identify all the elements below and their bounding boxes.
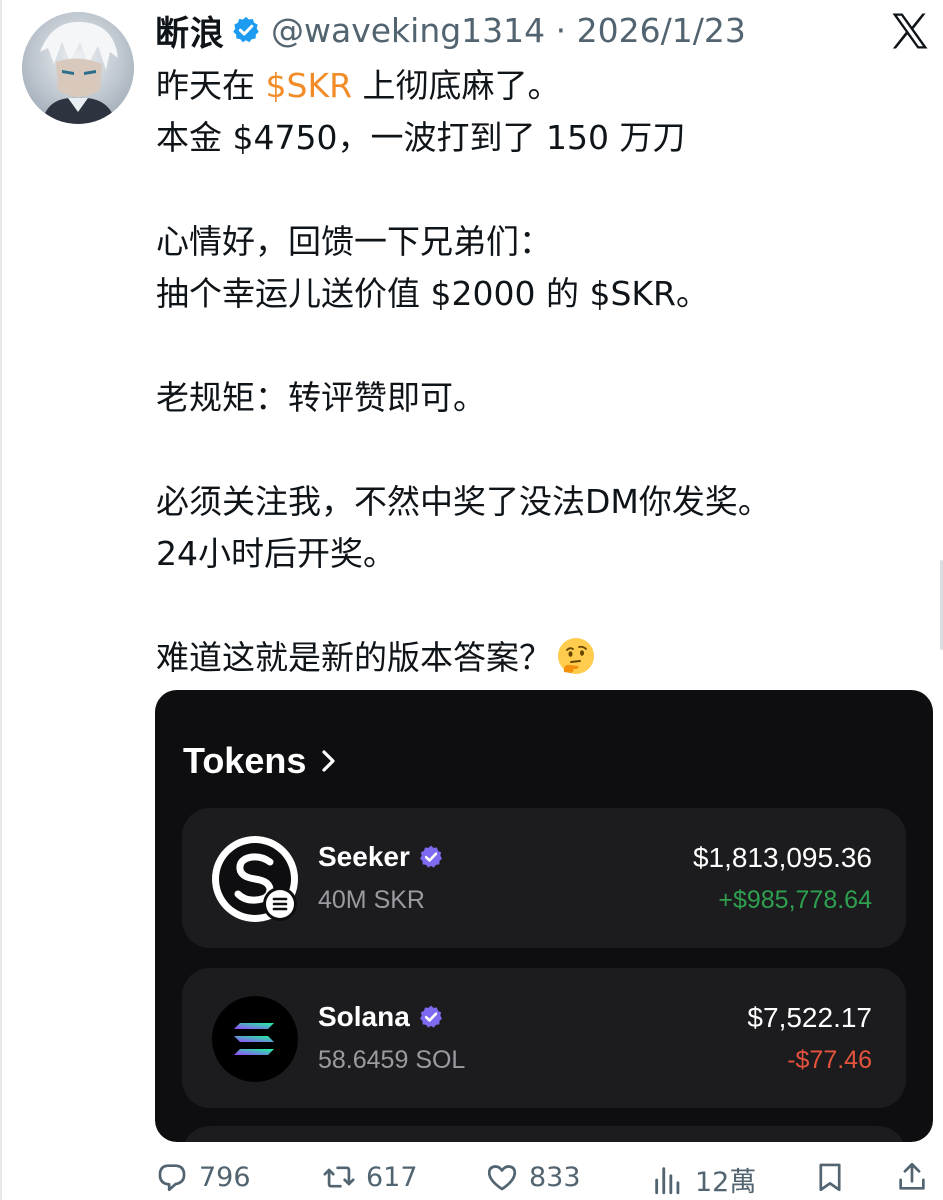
token-amount: 40M SKR <box>318 886 425 914</box>
tweet-text-segment: 昨天在 <box>156 66 266 105</box>
token-row-partial[interactable] <box>182 1126 906 1142</box>
views-icon <box>655 1166 680 1194</box>
cashtag-link[interactable]: $SKR <box>266 66 353 105</box>
tweet-line: 本金 $4750，一波打到了 150 万刀 <box>156 118 686 157</box>
reply-count: 796 <box>199 1161 251 1193</box>
tweet-line: 老规矩：转评赞即可。 <box>156 378 486 417</box>
tokens-header-label: Tokens <box>183 740 307 781</box>
token-amount: 58.6459 SOL <box>318 1046 466 1074</box>
repost-button[interactable]: 617 <box>322 1160 418 1194</box>
token-change: -$77.46 <box>787 1046 872 1074</box>
token-change: +$985,778.64 <box>718 886 872 914</box>
token-value: $1,813,095.36 <box>692 842 872 873</box>
tweet-text-segment: 难道这就是新的版本答案？ <box>156 638 552 677</box>
x-logo-icon[interactable] <box>889 10 931 52</box>
tweet-line: 昨天在 $SKR 上彻底麻了。 <box>156 60 916 112</box>
tweet-line: 必须关注我，不然中奖了没法DM你发奖。 <box>156 482 771 521</box>
views-count: 12萬 <box>695 1167 757 1198</box>
token-name: Solana <box>318 1001 410 1032</box>
avatar[interactable] <box>22 12 134 124</box>
token-name-wrap: Solana <box>318 1001 444 1033</box>
avatar-image <box>22 12 134 124</box>
author-name[interactable]: 断浪 <box>155 6 225 55</box>
repost-icon <box>323 1166 355 1188</box>
reply-icon <box>158 1164 186 1192</box>
tokens-header[interactable]: Tokens <box>183 740 338 782</box>
token-name: Seeker <box>318 841 410 872</box>
bookmark-icon <box>819 1163 841 1192</box>
seeker-logo-icon <box>212 836 298 922</box>
token-verified-icon <box>419 1005 442 1028</box>
verified-badge-icon <box>233 16 259 43</box>
views-button[interactable]: 12萬 <box>651 1160 756 1199</box>
token-row-seeker[interactable]: Seeker 40M SKR $1,813,095.36 +$985,778.6… <box>182 808 906 948</box>
repost-count: 617 <box>366 1161 418 1193</box>
tweet-header: 断浪 @waveking1314 · 2026/1/23 <box>155 6 746 54</box>
left-border <box>0 0 2 1200</box>
share-button[interactable] <box>895 1160 929 1194</box>
like-button[interactable]: 833 <box>485 1160 581 1194</box>
like-icon <box>487 1165 517 1191</box>
tweet-line: 24小时后开奖。 <box>156 534 396 573</box>
tweet-line: 难道这就是新的版本答案？ <box>156 632 916 684</box>
media-card[interactable]: Tokens Seeker 40M SKR $1,813,095.36 +$98… <box>155 690 933 1142</box>
author-handle-date[interactable]: @waveking1314 · 2026/1/23 <box>271 11 746 50</box>
share-icon <box>899 1162 925 1190</box>
like-count: 833 <box>529 1161 581 1193</box>
tweet-line: 抽个幸运儿送价值 $2000 的 $SKR。 <box>156 274 709 313</box>
token-row-solana[interactable]: Solana 58.6459 SOL $7,522.17 -$77.46 <box>182 968 906 1108</box>
action-bar: 796 617 833 12萬 <box>155 1160 935 1200</box>
token-verified-icon <box>419 845 442 868</box>
token-name-wrap: Seeker <box>318 841 444 873</box>
thinking-face-icon <box>558 638 594 674</box>
solana-logo-icon <box>212 996 298 1082</box>
bookmark-button[interactable] <box>813 1160 847 1194</box>
tweet-line: 心情好，回馈一下兄弟们： <box>156 222 552 261</box>
tweet-text: 昨天在 $SKR 上彻底麻了。 本金 $4750，一波打到了 150 万刀 心情… <box>156 60 916 684</box>
tweet-text-segment: 上彻底麻了。 <box>352 66 561 105</box>
chevron-right-icon <box>322 750 335 772</box>
reply-button[interactable]: 796 <box>155 1160 251 1194</box>
token-value: $7,522.17 <box>747 1002 872 1033</box>
